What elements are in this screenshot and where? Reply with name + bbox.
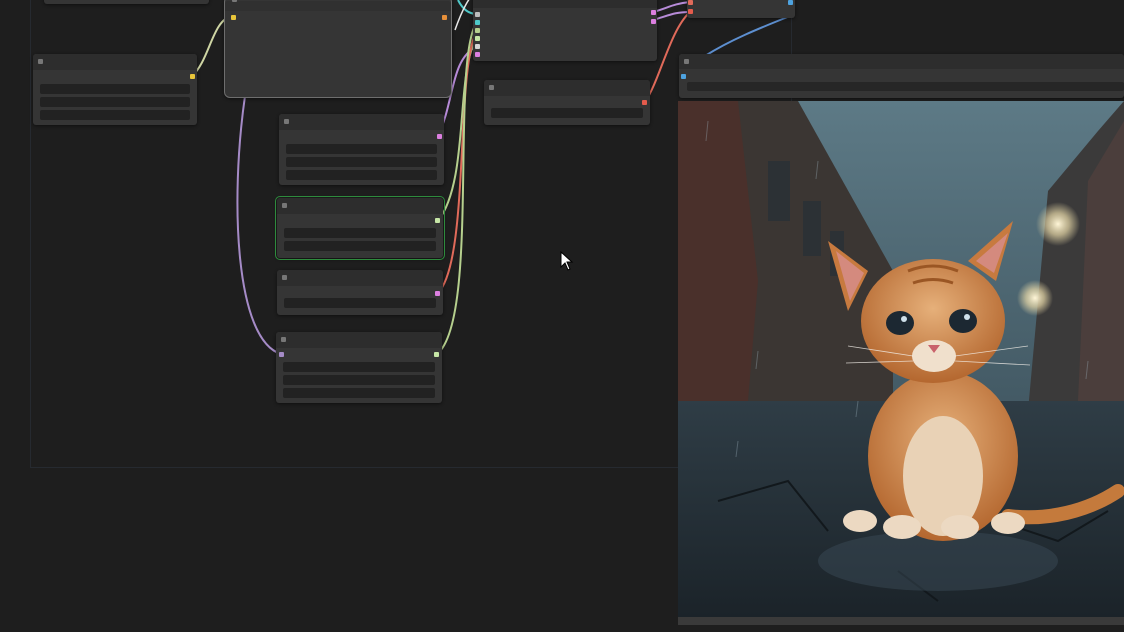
preview-scrollbar[interactable] (678, 617, 1124, 625)
collapse-dot-icon[interactable] (282, 203, 287, 208)
node-widget[interactable] (286, 157, 437, 167)
node-vae-decode[interactable] (473, 0, 657, 61)
node-header[interactable] (277, 198, 443, 214)
node-widget[interactable] (687, 82, 1124, 91)
input-port[interactable] (681, 74, 686, 79)
node-header[interactable] (277, 270, 443, 286)
node-header[interactable] (279, 114, 444, 130)
collapse-dot-icon[interactable] (684, 59, 689, 64)
node-widget[interactable] (40, 84, 190, 94)
collapse-dot-icon[interactable] (38, 59, 43, 64)
node-widget[interactable] (40, 97, 190, 107)
collapse-dot-icon[interactable] (281, 337, 286, 342)
input-port[interactable] (475, 44, 480, 49)
node-widget[interactable] (284, 228, 436, 238)
node-empty-latent[interactable] (277, 270, 443, 315)
node-header[interactable] (276, 332, 442, 348)
input-port[interactable] (688, 0, 693, 5)
node-widget[interactable] (40, 110, 190, 120)
node-widget[interactable] (491, 108, 643, 118)
output-port[interactable] (642, 100, 647, 105)
node-widget[interactable] (283, 388, 435, 398)
node-save-image[interactable] (679, 54, 1124, 98)
input-port[interactable] (475, 12, 480, 17)
input-port[interactable] (475, 36, 480, 41)
input-port[interactable] (475, 20, 480, 25)
link-image-1 (652, 1, 691, 13)
node-widget[interactable] (283, 362, 435, 372)
output-port[interactable] (442, 15, 447, 20)
output-port[interactable] (434, 352, 439, 357)
node-widget[interactable] (286, 144, 437, 154)
output-port[interactable] (651, 19, 656, 24)
node-checkpoint-loader[interactable] (33, 54, 197, 125)
node-image-scale[interactable] (484, 80, 650, 125)
output-port[interactable] (651, 10, 656, 15)
node-header[interactable] (679, 54, 1124, 69)
node-widget[interactable] (283, 375, 435, 385)
output-port[interactable] (190, 74, 195, 79)
collapse-dot-icon[interactable] (489, 85, 494, 90)
node-sampler[interactable] (224, 0, 452, 98)
kitten-image (678, 101, 1124, 617)
node-header[interactable] (225, 0, 451, 11)
input-port[interactable] (231, 15, 236, 20)
input-port[interactable] (475, 28, 480, 33)
input-port[interactable] (279, 352, 284, 357)
node-widget[interactable] (284, 298, 436, 308)
link-clip (236, 95, 282, 355)
node-widget[interactable] (284, 241, 436, 251)
node-header[interactable] (484, 80, 650, 96)
graph-canvas[interactable] (0, 0, 1124, 632)
collapse-dot-icon[interactable] (232, 0, 237, 2)
node-widget[interactable] (286, 170, 437, 180)
output-port[interactable] (435, 218, 440, 223)
input-port[interactable] (688, 9, 693, 14)
input-port[interactable] (475, 52, 480, 57)
output-port[interactable] (788, 0, 793, 5)
collapse-dot-icon[interactable] (282, 275, 287, 280)
node-negative-prompt[interactable] (275, 196, 445, 260)
node-upscale[interactable] (687, 0, 795, 18)
link-image-blue (704, 15, 791, 57)
node-positive-prompt[interactable] (279, 114, 444, 185)
image-preview (678, 101, 1124, 617)
output-port[interactable] (435, 291, 440, 296)
node-lora-loader[interactable] (276, 332, 442, 403)
output-port[interactable] (437, 134, 442, 139)
node-header[interactable] (473, 0, 657, 8)
node-top-left[interactable] (44, 0, 209, 4)
node-header[interactable] (33, 54, 197, 70)
collapse-dot-icon[interactable] (284, 119, 289, 124)
arrow-cursor-icon (560, 251, 574, 271)
